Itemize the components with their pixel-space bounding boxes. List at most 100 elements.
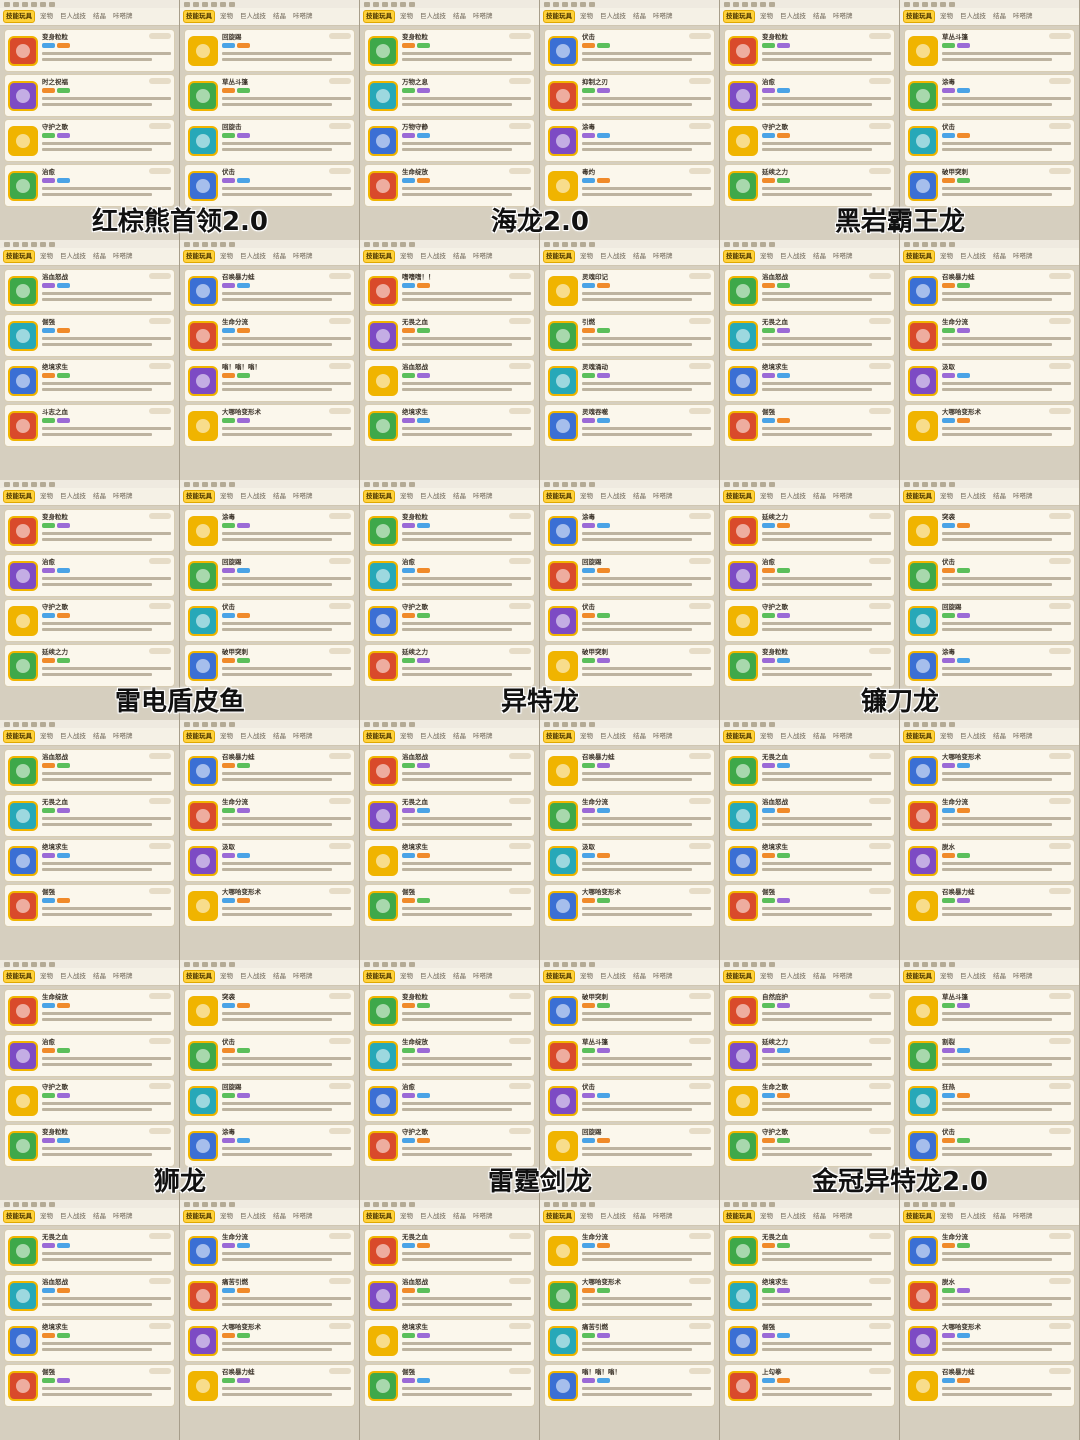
tab-3[interactable]: 结晶 xyxy=(451,731,468,742)
skill-card[interactable]: 痛苦引燃 xyxy=(184,1274,355,1317)
skill-card[interactable]: 回旋踢 xyxy=(184,29,355,72)
tab-2[interactable]: 巨人战技 xyxy=(238,1211,268,1222)
skill-card[interactable]: 绝境求生 xyxy=(364,839,535,882)
tab-3[interactable]: 结晶 xyxy=(451,251,468,262)
skill-card[interactable]: 抑制之刃 xyxy=(544,74,715,117)
skill-card[interactable]: 回旋踢 xyxy=(184,554,355,597)
tab-0[interactable]: 技能玩具 xyxy=(723,250,755,263)
tab-1[interactable]: 宠物 xyxy=(758,971,775,982)
tab-0[interactable]: 技能玩具 xyxy=(903,250,935,263)
skill-card[interactable]: 生命分流 xyxy=(904,794,1075,837)
skill-card[interactable]: 突袭 xyxy=(184,989,355,1032)
skill-card[interactable]: 灵魂印记 xyxy=(544,269,715,312)
skill-card[interactable]: 倔强 xyxy=(4,884,175,927)
tab-3[interactable]: 结晶 xyxy=(91,491,108,502)
tab-2[interactable]: 巨人战技 xyxy=(58,491,88,502)
tab-4[interactable]: 咔嗒牌 xyxy=(651,251,675,262)
tab-2[interactable]: 巨人战技 xyxy=(958,251,988,262)
skill-card[interactable]: 回旋踢 xyxy=(544,554,715,597)
skill-card[interactable]: 回旋踢 xyxy=(184,1079,355,1122)
tab-0[interactable]: 技能玩具 xyxy=(903,970,935,983)
skill-card[interactable]: 伏击 xyxy=(184,599,355,642)
tab-2[interactable]: 巨人战技 xyxy=(238,491,268,502)
tab-1[interactable]: 宠物 xyxy=(398,491,415,502)
tab-4[interactable]: 咔嗒牌 xyxy=(831,971,855,982)
skill-card[interactable]: 大哪哈变形术 xyxy=(184,404,355,447)
tab-4[interactable]: 咔嗒牌 xyxy=(111,11,135,22)
skill-card[interactable]: 草丛斗篷 xyxy=(904,29,1075,72)
tab-2[interactable]: 巨人战技 xyxy=(238,11,268,22)
skill-card[interactable]: 召唤暴力蛙 xyxy=(184,749,355,792)
tab-0[interactable]: 技能玩具 xyxy=(903,490,935,503)
skill-card[interactable]: 治愈 xyxy=(364,554,535,597)
tab-3[interactable]: 结晶 xyxy=(991,491,1008,502)
tab-3[interactable]: 结晶 xyxy=(631,1211,648,1222)
tab-1[interactable]: 宠物 xyxy=(938,971,955,982)
skill-card[interactable]: 无畏之血 xyxy=(724,1229,895,1272)
skill-card[interactable]: 大哪哈变形术 xyxy=(184,884,355,927)
skill-card[interactable]: 召唤暴力蛙 xyxy=(184,1364,355,1407)
tab-0[interactable]: 技能玩具 xyxy=(723,970,755,983)
tab-1[interactable]: 宠物 xyxy=(218,731,235,742)
skill-card[interactable]: 无畏之血 xyxy=(4,794,175,837)
skill-card[interactable]: 伏击 xyxy=(904,554,1075,597)
skill-card[interactable]: 无畏之血 xyxy=(364,314,535,357)
skill-card[interactable]: 回旋踢 xyxy=(904,599,1075,642)
tab-0[interactable]: 技能玩具 xyxy=(543,250,575,263)
tab-3[interactable]: 结晶 xyxy=(631,971,648,982)
tab-0[interactable]: 技能玩具 xyxy=(3,490,35,503)
skill-card[interactable]: 治愈 xyxy=(4,554,175,597)
skill-card[interactable]: 万物守静 xyxy=(364,119,535,162)
skill-card[interactable]: 变身粒粒 xyxy=(364,989,535,1032)
tab-4[interactable]: 咔嗒牌 xyxy=(291,251,315,262)
skill-card[interactable]: 嗡！嗡！嗡！ xyxy=(544,1364,715,1407)
skill-card[interactable]: 延续之力 xyxy=(724,1034,895,1077)
tab-4[interactable]: 咔嗒牌 xyxy=(291,1211,315,1222)
tab-3[interactable]: 结晶 xyxy=(91,251,108,262)
tab-3[interactable]: 结晶 xyxy=(451,11,468,22)
skill-card[interactable]: 回旋击 xyxy=(184,119,355,162)
tab-0[interactable]: 技能玩具 xyxy=(183,1210,215,1223)
skill-card[interactable]: 绝境求生 xyxy=(4,1319,175,1362)
tab-1[interactable]: 宠物 xyxy=(38,1211,55,1222)
tab-3[interactable]: 结晶 xyxy=(811,11,828,22)
tab-0[interactable]: 技能玩具 xyxy=(183,730,215,743)
tab-4[interactable]: 咔嗒牌 xyxy=(1011,1211,1035,1222)
tab-2[interactable]: 巨人战技 xyxy=(778,11,808,22)
tab-4[interactable]: 咔嗒牌 xyxy=(111,251,135,262)
tab-3[interactable]: 结晶 xyxy=(811,731,828,742)
tab-3[interactable]: 结晶 xyxy=(631,731,648,742)
skill-card[interactable]: 召唤暴力蛙 xyxy=(184,269,355,312)
tab-2[interactable]: 巨人战技 xyxy=(418,971,448,982)
tab-1[interactable]: 宠物 xyxy=(38,11,55,22)
skill-card[interactable]: 汲取 xyxy=(184,839,355,882)
skill-card[interactable]: 生命分流 xyxy=(544,794,715,837)
skill-card[interactable]: 伏击 xyxy=(544,29,715,72)
tab-4[interactable]: 咔嗒牌 xyxy=(471,1211,495,1222)
skill-card[interactable]: 召唤暴力蛙 xyxy=(904,884,1075,927)
tab-2[interactable]: 巨人战技 xyxy=(778,731,808,742)
tab-0[interactable]: 技能玩具 xyxy=(363,490,395,503)
tab-1[interactable]: 宠物 xyxy=(38,731,55,742)
tab-2[interactable]: 巨人战技 xyxy=(418,491,448,502)
skill-card[interactable]: 浴血怒战 xyxy=(4,269,175,312)
tab-0[interactable]: 技能玩具 xyxy=(3,250,35,263)
skill-card[interactable]: 生命分流 xyxy=(904,314,1075,357)
skill-card[interactable]: 倔强 xyxy=(724,884,895,927)
skill-card[interactable]: 召唤暴力蛙 xyxy=(904,269,1075,312)
skill-card[interactable]: 治愈 xyxy=(724,74,895,117)
tab-1[interactable]: 宠物 xyxy=(578,971,595,982)
skill-card[interactable]: 狂热 xyxy=(904,1079,1075,1122)
tab-1[interactable]: 宠物 xyxy=(578,1211,595,1222)
tab-1[interactable]: 宠物 xyxy=(398,731,415,742)
tab-2[interactable]: 巨人战技 xyxy=(238,731,268,742)
skill-card[interactable]: 痛苦引燃 xyxy=(544,1319,715,1362)
tab-1[interactable]: 宠物 xyxy=(578,251,595,262)
skill-card[interactable]: 生命分流 xyxy=(904,1229,1075,1272)
skill-card[interactable]: 治愈 xyxy=(364,1079,535,1122)
tab-3[interactable]: 结晶 xyxy=(271,251,288,262)
tab-4[interactable]: 咔嗒牌 xyxy=(291,11,315,22)
tab-3[interactable]: 结晶 xyxy=(811,251,828,262)
tab-1[interactable]: 宠物 xyxy=(398,251,415,262)
skill-card[interactable]: 浴血怒战 xyxy=(364,359,535,402)
